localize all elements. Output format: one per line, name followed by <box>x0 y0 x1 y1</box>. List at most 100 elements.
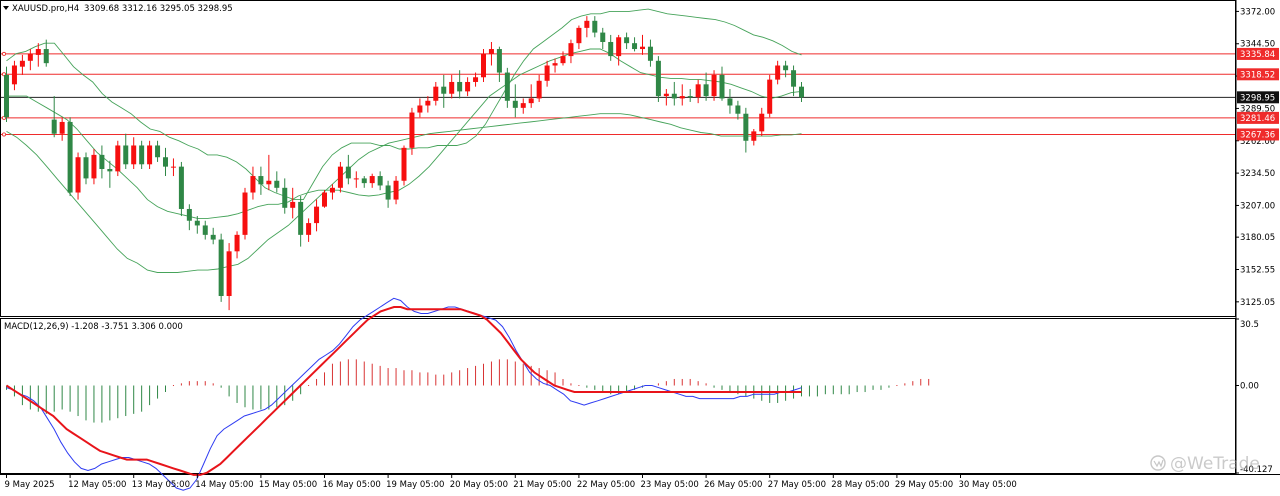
candle-body <box>163 157 168 167</box>
candle <box>417 98 423 118</box>
candle <box>218 233 224 302</box>
candle-body <box>258 176 264 185</box>
candle <box>99 145 105 179</box>
candle <box>449 74 455 99</box>
candle <box>608 34 614 61</box>
candle-body <box>647 46 653 61</box>
candle <box>178 161 184 217</box>
price-tick-label: 3372.00 <box>1240 7 1275 17</box>
candle <box>337 161 343 193</box>
candle <box>369 173 375 188</box>
time-tick-label: 9 May 2025 <box>5 480 55 490</box>
candle-body <box>107 168 113 172</box>
candle-body <box>759 113 765 132</box>
candle <box>775 60 781 85</box>
candle <box>433 81 439 106</box>
time-tick-label: 15 May 05:00 <box>259 480 317 490</box>
candle <box>624 32 630 50</box>
candle <box>186 204 192 231</box>
candle-body <box>266 180 272 185</box>
candle-body <box>544 65 550 81</box>
level-label-text: 3318.52 <box>1240 70 1275 80</box>
candle <box>687 89 693 102</box>
candle <box>465 77 471 97</box>
time-tick-label: 19 May 05:00 <box>386 480 444 490</box>
candle <box>234 231 240 259</box>
time-tick-label: 30 May 05:00 <box>959 480 1017 490</box>
candle-body <box>218 239 224 297</box>
candle-body <box>250 176 256 193</box>
candle-body <box>663 93 669 97</box>
price-tick-label: 3152.55 <box>1240 265 1275 275</box>
candle <box>123 133 129 169</box>
macd-hist-bar <box>896 385 898 387</box>
time-tick-label: 22 May 05:00 <box>577 480 635 490</box>
candle-body <box>783 65 789 71</box>
candle <box>322 190 327 208</box>
candle <box>361 176 367 188</box>
chart-svg: 3372.003344.503317.053289.503262.003234.… <box>0 0 1280 491</box>
candle-body <box>35 49 41 55</box>
candle-body <box>139 145 145 165</box>
horizontal-levels <box>1 51 1235 137</box>
candle <box>274 171 280 193</box>
time-axis: 9 May 2025 12 May 05:00 13 May 05:00 14 May… <box>5 474 1017 490</box>
candle <box>759 107 765 137</box>
time-tick-label: 12 May 05:00 <box>68 480 126 490</box>
candle <box>584 16 590 38</box>
candle-body <box>799 86 804 98</box>
candle-body <box>194 220 200 226</box>
candle <box>131 137 137 169</box>
candle <box>258 166 264 195</box>
candle <box>640 34 645 55</box>
candle-body <box>528 98 534 104</box>
candle-body <box>170 166 176 168</box>
candle <box>329 184 335 200</box>
candle-body <box>155 145 161 158</box>
candle <box>751 129 757 146</box>
candle-body <box>655 60 661 97</box>
macd-hist-bar <box>578 385 580 387</box>
candle <box>528 84 534 108</box>
level-labels: 3335.84 3318.52 3281.46 3267.36 3298.95 <box>1237 47 1279 141</box>
candle <box>155 140 161 162</box>
candle <box>282 178 288 214</box>
candle-body <box>449 81 455 94</box>
time-tick-label: 23 May 05:00 <box>641 480 699 490</box>
candle <box>727 89 733 114</box>
candle <box>703 72 709 101</box>
candle-body <box>99 154 105 169</box>
candle <box>512 84 518 118</box>
candle-body <box>11 65 17 85</box>
candle-body <box>751 131 757 141</box>
candle <box>481 49 486 82</box>
candle-body <box>640 46 645 50</box>
level-label-text: 3335.84 <box>1240 50 1275 60</box>
candle-body <box>27 53 33 61</box>
candle <box>520 98 526 114</box>
candle <box>163 147 168 177</box>
candle-body <box>409 112 415 148</box>
candle-body <box>481 53 486 78</box>
candle-body <box>504 72 510 101</box>
candle <box>496 46 502 82</box>
candle <box>202 220 208 240</box>
candle <box>266 154 272 191</box>
candle-body <box>473 77 479 82</box>
candle <box>441 74 447 108</box>
macd-tick-label: 30.5 <box>1240 320 1259 330</box>
candle <box>59 117 65 141</box>
candle <box>147 140 153 169</box>
candle-body <box>242 192 248 235</box>
chart-root: 3372.003344.503317.053289.503262.003234.… <box>0 0 1280 492</box>
candle-body <box>322 192 327 207</box>
candle-body <box>353 178 359 180</box>
candle <box>19 54 25 75</box>
macd-tick-label: 0.00 <box>1240 382 1259 392</box>
macd-axis: 30.50.00-40.127 <box>1236 318 1273 475</box>
candle <box>353 171 359 188</box>
candle-body <box>703 84 709 97</box>
macd-hist-bar <box>172 385 174 387</box>
watermark: @WeTrade <box>1150 454 1260 474</box>
time-tick-label: 16 May 05:00 <box>323 480 381 490</box>
